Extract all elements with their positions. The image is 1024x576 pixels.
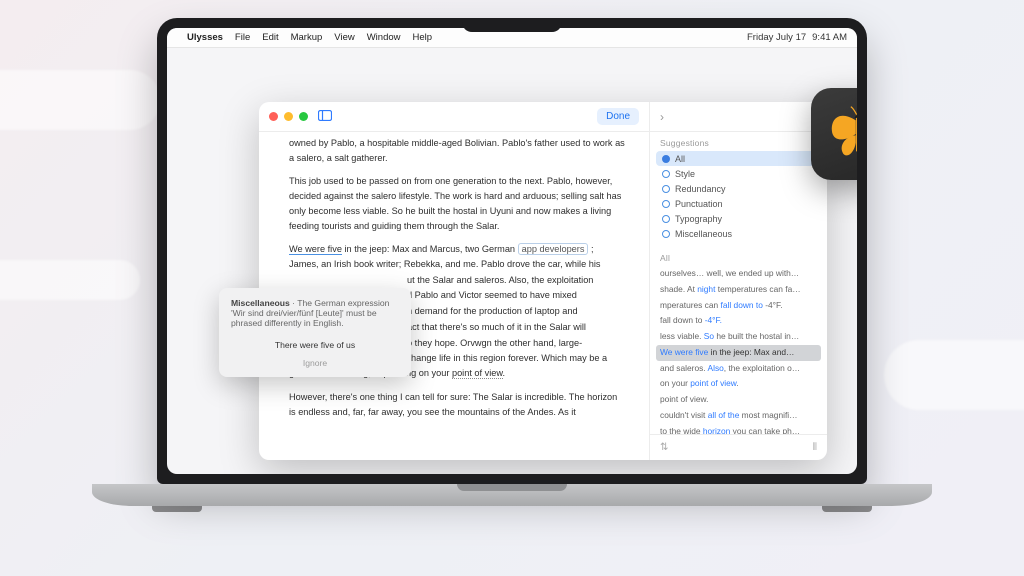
filter-style[interactable]: Style [656,166,821,181]
snippet-list: ourselves… well, we ended up with…shade.… [650,266,827,434]
sort-icon[interactable]: ⇅ [660,442,668,453]
highlighted-phrase[interactable]: We were five [289,244,342,255]
filter-redundancy[interactable]: Redundancy [656,181,821,196]
paragraph: ut the Salar and saleros. Also, the expl… [407,273,625,288]
suggestions-heading: Suggestions [650,132,827,151]
menu-view[interactable]: View [334,32,354,43]
filter-label: Punctuation [675,199,723,209]
laptop-base [92,484,932,506]
filter-typography[interactable]: Typography [656,211,821,226]
notch [462,18,562,32]
filter-label: Miscellaneous [675,229,732,239]
app-menu[interactable]: Ulysses [187,32,223,43]
inline-tag[interactable]: app developers [518,243,589,255]
menu-help[interactable]: Help [413,32,433,43]
menubar-time: 9:41 AM [812,32,847,43]
filter-ring-icon [662,215,670,223]
popover-ignore[interactable]: Ignore [231,358,399,368]
filter-label: All [675,154,685,164]
paragraph: d Pablo and Victor seemed to have mixed [407,288,625,303]
laptop-frame: Ulysses File Edit Markup View Window Hel… [157,18,867,514]
snippet-item[interactable]: couldn't visit all of the most magnifi… [656,408,821,424]
menu-markup[interactable]: Markup [291,32,323,43]
snippet-item[interactable]: to the wide horizon you can take ph… [656,424,821,434]
snippet-item[interactable]: mperatures can fall down to -4°F. [656,298,821,314]
menu-file[interactable]: File [235,32,250,43]
snippet-item[interactable]: shade. At night temperatures can fa… [656,282,821,298]
settings-icon[interactable]: ⦀ [813,442,817,453]
minimize-button[interactable] [284,112,293,121]
snippet-item[interactable]: ourselves… well, we ended up with… [656,266,821,282]
popover-suggestion[interactable]: There were five of us [231,340,399,350]
done-button[interactable]: Done [597,108,639,125]
filter-ring-icon [662,170,670,178]
paragraph: act that there's so much of it in the Sa… [407,320,625,335]
snippet-item[interactable]: on your point of view. [656,376,821,392]
filter-ring-icon [662,200,670,208]
chevron-right-icon[interactable]: › [660,110,664,124]
paragraph: o they hope. Orvwgn the other hand, larg… [407,336,625,351]
snippet-item[interactable]: less viable. So he built the hostal in… [656,329,821,345]
zoom-button[interactable] [299,112,308,121]
inspector-panel: › Suggestions All Style Redundancy Punctuat… [649,102,827,460]
suggestion-popover: Miscellaneous · The German expression 'W… [219,288,411,377]
filter-ring-icon [662,155,670,163]
snippet-item[interactable]: point of view. [656,392,821,408]
filter-punctuation[interactable]: Punctuation [656,196,821,211]
filter-label: Style [675,169,695,179]
filter-ring-icon [662,185,670,193]
menu-edit[interactable]: Edit [262,32,278,43]
snippet-item[interactable]: fall down to -4°F. [656,313,821,329]
paragraph: This job used to be passed on from one g… [289,174,625,233]
menubar-date: Friday July 17 [747,32,806,43]
ulysses-app-icon [811,88,857,180]
paragraph: We were five in the jeep: Max and Marcus… [289,242,625,271]
popover-title: Miscellaneous [231,298,290,308]
filter-label: Typography [675,214,722,224]
filter-ring-icon [662,230,670,238]
paragraph: h demand for the production of laptop an… [407,304,625,319]
filter-list: All Style Redundancy Punctuation Typography M… [650,151,827,247]
filter-all[interactable]: All [656,151,821,166]
menu-window[interactable]: Window [367,32,401,43]
paragraph: owned by Pablo, a hospitable middle-aged… [289,136,625,165]
titlebar: Done [259,102,649,132]
dotted-phrase[interactable]: point of view [452,368,503,379]
filter-miscellaneous[interactable]: Miscellaneous [656,226,821,241]
sidebar-toggle-icon[interactable] [318,109,332,124]
app-window: Done owned by Pablo, a hospitable middle… [259,102,827,460]
snippet-item[interactable]: We were five in the jeep: Max and… [656,345,821,361]
close-button[interactable] [269,112,278,121]
butterfly-icon [826,103,857,165]
paragraph: However, there's one thing I can tell fo… [289,390,625,419]
desktop: Ulysses File Edit Markup View Window Hel… [167,28,857,474]
section-all: All [650,247,827,266]
snippet-item[interactable]: and saleros. Also, the exploitation o… [656,361,821,377]
filter-label: Redundancy [675,184,726,194]
